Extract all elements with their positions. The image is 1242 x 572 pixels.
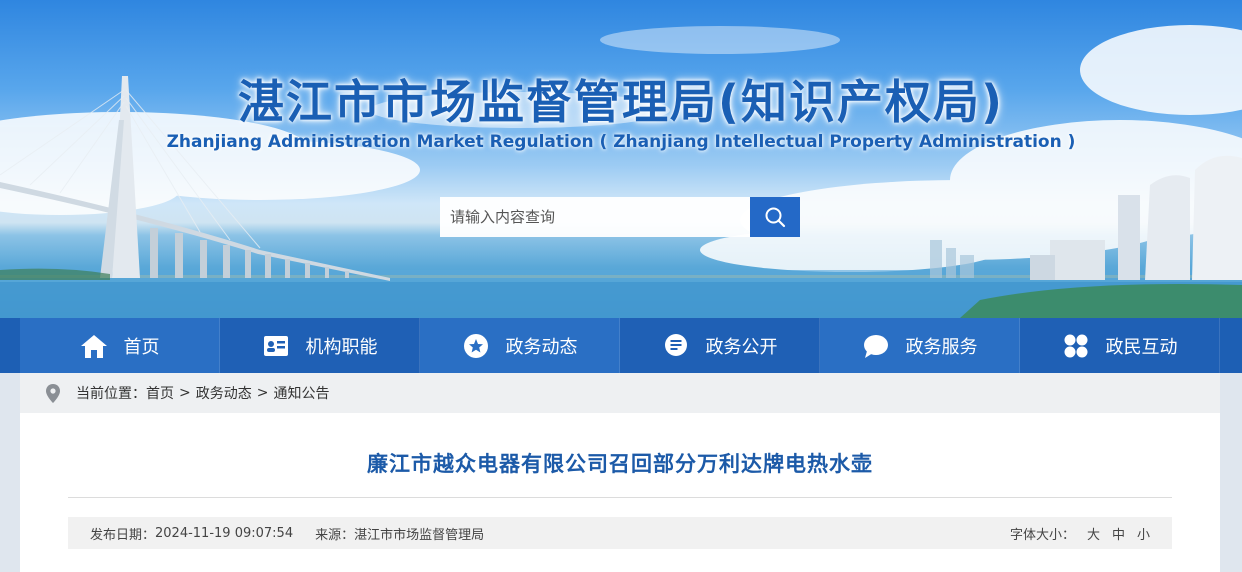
source: 湛江市市场监督管理局 [354,527,485,543]
nav-item-services[interactable]: 政务服务 [820,318,1020,373]
nav-item-disclosure[interactable]: 政务公开 [620,318,820,373]
star-icon [462,332,490,360]
chat-icon [862,332,890,360]
header-banner: 湛江市市场监督管理局(知识产权局) Zhanjiang Administrati… [0,0,1242,318]
banner-scenery [0,25,1242,318]
document-icon [662,332,690,360]
breadcrumb-prefix: 当前位置： [76,386,146,402]
breadcrumb-separator: > [256,385,269,401]
article-meta: 发布日期： 2024-11-19 09:07:54 来源： 湛江市市场监督管理局… [68,517,1172,549]
location-pin-icon [46,383,60,403]
font-size-large-button[interactable]: 大 [1087,524,1100,543]
home-icon [80,332,108,360]
publish-date-label: 发布日期： [90,527,156,543]
id-card-icon [262,332,290,360]
nav-label: 政务公开 [705,336,778,358]
nav-label: 政民互动 [1105,336,1178,358]
search-icon [765,207,786,228]
source-label: 来源： [315,527,355,543]
nav-item-organization[interactable]: 机构职能 [220,318,420,373]
font-size-medium-button[interactable]: 中 [1112,524,1125,543]
nav-item-news[interactable]: 政务动态 [420,318,620,373]
main-nav: 首页 机构职能 政务动态 政务公开 政务服务 政民互动 [0,318,1242,373]
nav-item-home[interactable]: 首页 [20,318,220,373]
breadcrumb: 当前位置： 首页 > 政务动态 > 通知公告 [20,373,1220,413]
nav-label: 政务服务 [905,336,978,358]
breadcrumb-notice-link[interactable]: 通知公告 [273,383,329,403]
site-subtitle: Zhanjiang Administration Market Regulati… [166,132,1076,152]
font-size-small-button[interactable]: 小 [1137,524,1150,543]
article-panel: 廉江市越众电器有限公司召回部分万利达牌电热水壶 发布日期： 2024-11-19… [20,413,1220,572]
breadcrumb-home-link[interactable]: 首页 [146,383,174,403]
grid-icon [1062,332,1090,360]
site-title: 湛江市市场监督管理局(知识产权局) [237,75,1005,129]
title-divider [68,497,1172,498]
article-title: 廉江市越众电器有限公司召回部分万利达牌电热水壶 [367,451,873,476]
nav-label: 政务动态 [505,336,578,358]
publish-date: 2024-11-19 09:07:54 [155,525,294,541]
breadcrumb-news-link[interactable]: 政务动态 [196,383,252,403]
search-button[interactable] [750,197,800,237]
font-size-label: 字体大小： [1009,527,1075,543]
nav-label: 首页 [123,336,160,358]
nav-label: 机构职能 [305,336,378,358]
breadcrumb-separator: > [179,385,191,401]
search-bar [440,197,800,237]
search-input[interactable] [440,197,750,237]
nav-item-interaction[interactable]: 政民互动 [1020,318,1220,373]
